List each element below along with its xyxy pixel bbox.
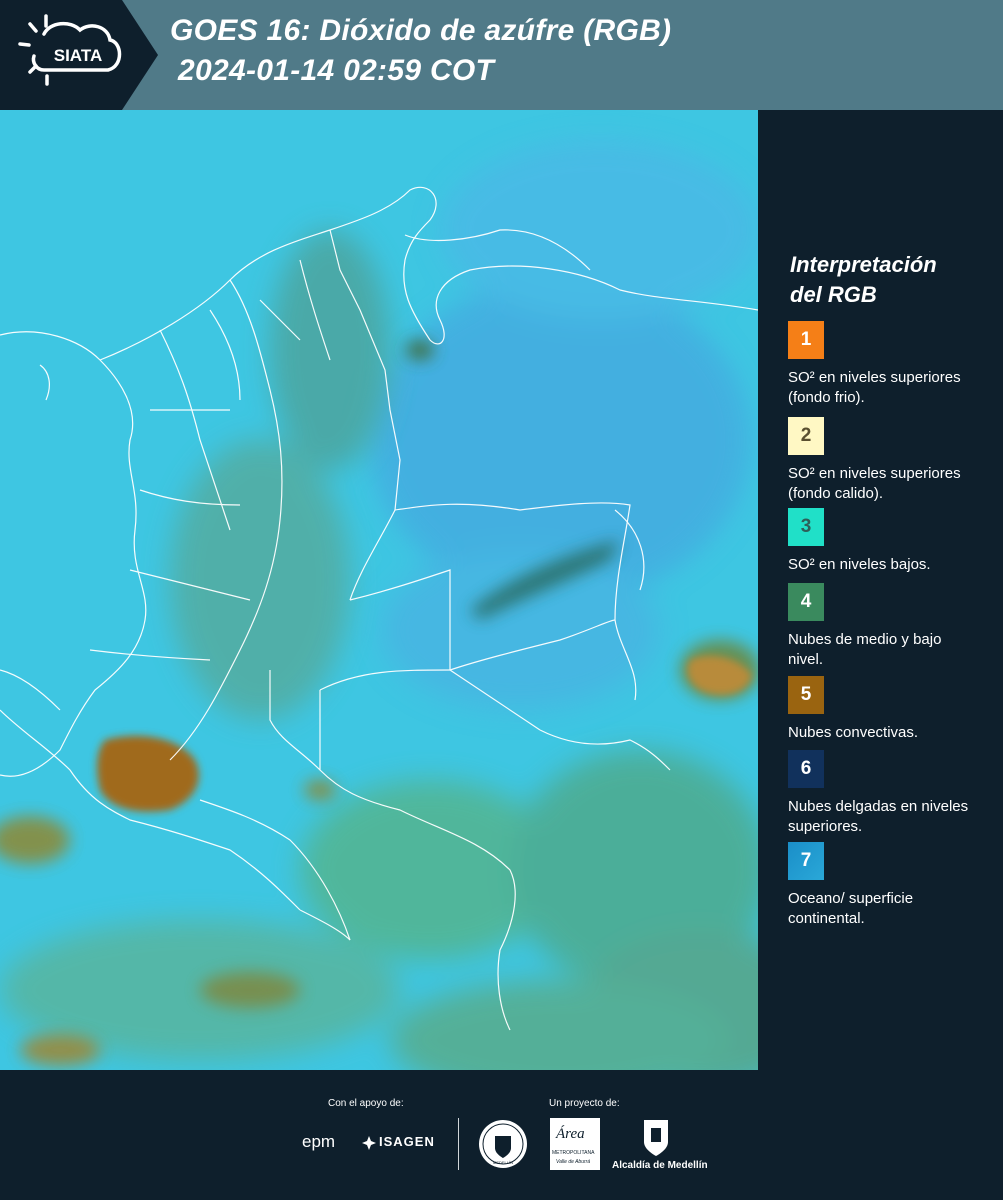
page-title: GOES 16: Dióxido de azúfre (RGB) xyxy=(170,14,672,47)
legend-item: 4 Nubes de medio y bajo nivel. xyxy=(788,583,998,670)
legend-swatch: 2 xyxy=(788,417,824,455)
epm-logo: epm xyxy=(302,1132,336,1151)
legend-text: SO² en niveles bajos. xyxy=(788,556,931,573)
legend-text: SO² en niveles superiores (fondo calido)… xyxy=(788,465,961,502)
area-logo-word: Área xyxy=(556,1126,585,1142)
legend-number: 1 xyxy=(800,329,812,350)
legend-item: 1 SO² en niveles superiores (fondo frio)… xyxy=(788,321,998,408)
seal-text: MEDELLÍN xyxy=(493,1160,513,1165)
legend-text: Nubes delgadas en niveles superiores. xyxy=(788,798,969,835)
legend-number: 4 xyxy=(800,591,812,612)
legend-item: 7 Oceano/ superficie continental. xyxy=(788,842,998,929)
legend-title-line1: Interpretación xyxy=(790,252,937,277)
area-metropolitana-logo: Área METROPOLITANA Valle de Aburrá xyxy=(550,1118,600,1170)
legend-swatch: 1 xyxy=(788,321,824,359)
legend-item: 2 SO² en niveles superiores (fondo calid… xyxy=(788,417,998,504)
legend-number: 7 xyxy=(800,850,812,871)
area-logo-line3: Valle de Aburrá xyxy=(556,1159,591,1165)
satellite-image xyxy=(0,110,758,1070)
timestamp: 2024-01-14 02:59 COT xyxy=(178,54,495,87)
legend-title: Interpretación del RGB xyxy=(790,250,990,310)
legend-item: 6 Nubes delgadas en niveles superiores. xyxy=(788,750,998,837)
isagen-logo: ISAGEN xyxy=(379,1134,435,1149)
legend-number: 6 xyxy=(800,758,812,779)
legend-number: 3 xyxy=(800,516,812,537)
legend-text: SO² en niveles superiores (fondo frio). xyxy=(788,369,961,406)
header-bar: SIATA GOES 16: Dióxido de azúfre (RGB) 2… xyxy=(0,0,1003,110)
legend-number: 2 xyxy=(800,425,812,446)
legend-swatch: 5 xyxy=(788,676,824,714)
footer-divider xyxy=(458,1118,459,1170)
satellite-map xyxy=(0,110,758,1070)
alcaldia-shield-icon xyxy=(641,1118,671,1158)
legend-text: Nubes convectivas. xyxy=(788,724,919,741)
footer: Con el apoyo de: Un proyecto de: epm ISA… xyxy=(0,1070,1003,1200)
legend-swatch: 7 xyxy=(788,842,824,880)
legend-number: 5 xyxy=(800,684,812,705)
legend-swatch: 4 xyxy=(788,583,824,621)
legend-text: Oceano/ superficie continental. xyxy=(788,890,914,927)
legend-text: Nubes de medio y bajo nivel. xyxy=(788,631,942,668)
legend-panel: Interpretación del RGB 1 SO² en niveles … xyxy=(762,110,1003,1070)
project-label: Un proyecto de: xyxy=(549,1098,620,1109)
siata-logo-text: SIATA xyxy=(54,46,102,65)
legend-swatch: 6 xyxy=(788,750,824,788)
area-logo-line2: METROPOLITANA xyxy=(552,1150,595,1156)
legend-item: 3 SO² en niveles bajos. xyxy=(788,508,998,575)
legend-title-line2: del RGB xyxy=(790,282,877,307)
alcaldia-label: Alcaldía de Medellín xyxy=(612,1160,708,1171)
isagen-icon xyxy=(362,1136,376,1150)
support-label: Con el apoyo de: xyxy=(328,1098,404,1109)
siata-logo: SIATA xyxy=(0,0,160,110)
legend-item: 5 Nubes convectivas. xyxy=(788,676,998,743)
medellin-seal-icon: MEDELLÍN xyxy=(477,1118,529,1170)
legend-swatch: 3 xyxy=(788,508,824,546)
